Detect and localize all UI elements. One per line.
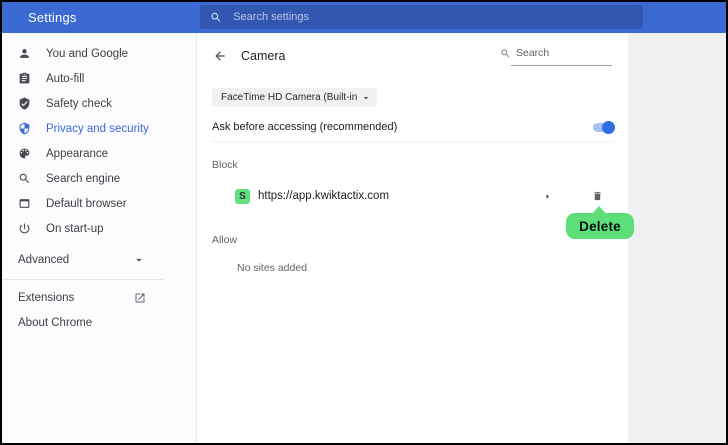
privacy-shield-icon — [16, 121, 32, 137]
search-icon — [210, 11, 222, 24]
back-arrow-icon — [213, 49, 227, 63]
delete-site-button[interactable] — [589, 188, 605, 204]
settings-topbar: Settings — [2, 2, 726, 33]
page-search-field[interactable] — [500, 47, 612, 66]
clipboard-icon — [16, 71, 32, 87]
allow-empty-text: No sites added — [237, 262, 307, 274]
sidebar-item-label: Privacy and security — [46, 123, 149, 135]
sidebar-advanced-toggle[interactable]: Advanced — [2, 247, 196, 272]
ask-before-accessing-toggle[interactable] — [593, 121, 614, 134]
sidebar-item-autofill[interactable]: Auto-fill — [2, 66, 196, 91]
magnifier-icon — [16, 171, 32, 187]
camera-settings-panel: Camera FaceTime HD Camera (Built-in Ask … — [197, 33, 628, 443]
sidebar-item-label: On start-up — [46, 223, 104, 235]
sidebar-divider — [2, 279, 164, 280]
ask-before-accessing-label: Ask before accessing (recommended) — [212, 121, 397, 133]
camera-device-dropdown[interactable]: FaceTime HD Camera (Built-in — [212, 88, 377, 107]
page-background — [628, 33, 726, 443]
external-link-icon — [134, 292, 146, 304]
sidebar-item-label: You and Google — [46, 48, 128, 60]
power-icon — [16, 221, 32, 237]
app-title: Settings — [28, 10, 77, 25]
trash-icon — [592, 190, 603, 202]
back-button[interactable] — [211, 47, 229, 65]
sidebar-item-label: Auto-fill — [46, 73, 84, 85]
sidebar-item-privacy-and-security[interactable]: Privacy and security — [2, 116, 196, 141]
sidebar-item-safety-check[interactable]: Safety check — [2, 91, 196, 116]
site-url: https://app.kwiktactix.com — [258, 190, 389, 202]
toggle-knob — [602, 121, 615, 134]
sidebar-menu: You and Google Auto-fill Safety check Pr… — [2, 33, 196, 241]
sidebar-item-label: Search engine — [46, 173, 120, 185]
delete-tooltip: Delete — [566, 213, 634, 239]
about-chrome-label: About Chrome — [18, 317, 92, 329]
settings-search-bar[interactable] — [200, 5, 643, 29]
allow-section-heading: Allow — [212, 234, 237, 246]
person-icon — [16, 46, 32, 62]
sidebar-item-default-browser[interactable]: Default browser — [2, 191, 196, 216]
page-search-input[interactable] — [511, 47, 612, 66]
settings-search-input[interactable] — [231, 10, 633, 24]
palette-icon — [16, 146, 32, 162]
sidebar-item-about-chrome[interactable]: About Chrome — [2, 310, 196, 335]
chevron-down-icon — [132, 253, 146, 267]
settings-sidebar: You and Google Auto-fill Safety check Pr… — [2, 33, 197, 443]
ask-before-accessing-row: Ask before accessing (recommended) — [212, 119, 614, 135]
sidebar-item-you-and-google[interactable]: You and Google — [2, 41, 196, 66]
sidebar-item-extensions[interactable]: Extensions — [2, 285, 196, 310]
sidebar-item-appearance[interactable]: Appearance — [2, 141, 196, 166]
advanced-label: Advanced — [18, 254, 69, 266]
search-icon — [500, 48, 511, 59]
sidebar-item-label: Appearance — [46, 148, 108, 160]
chrome-settings-window: Settings You and Google Auto-fill Safety… — [0, 0, 728, 445]
sidebar-item-search-engine[interactable]: Search engine — [2, 166, 196, 191]
blocked-site-row[interactable]: S https://app.kwiktactix.com — [197, 186, 628, 208]
camera-device-label: FaceTime HD Camera (Built-in — [221, 92, 357, 103]
browser-window-icon — [16, 196, 32, 212]
delete-tooltip-label: Delete — [579, 219, 621, 234]
block-section-heading: Block — [212, 159, 238, 171]
extensions-label: Extensions — [18, 292, 74, 304]
page-title: Camera — [241, 49, 285, 63]
shield-check-icon — [16, 96, 32, 112]
sidebar-item-label: Default browser — [46, 198, 127, 210]
sidebar-item-on-startup[interactable]: On start-up — [2, 216, 196, 241]
dropdown-caret-icon — [360, 92, 372, 104]
sidebar-item-label: Safety check — [46, 98, 112, 110]
site-favicon: S — [235, 189, 250, 204]
section-divider — [212, 141, 613, 142]
chevron-right-icon — [542, 191, 553, 202]
